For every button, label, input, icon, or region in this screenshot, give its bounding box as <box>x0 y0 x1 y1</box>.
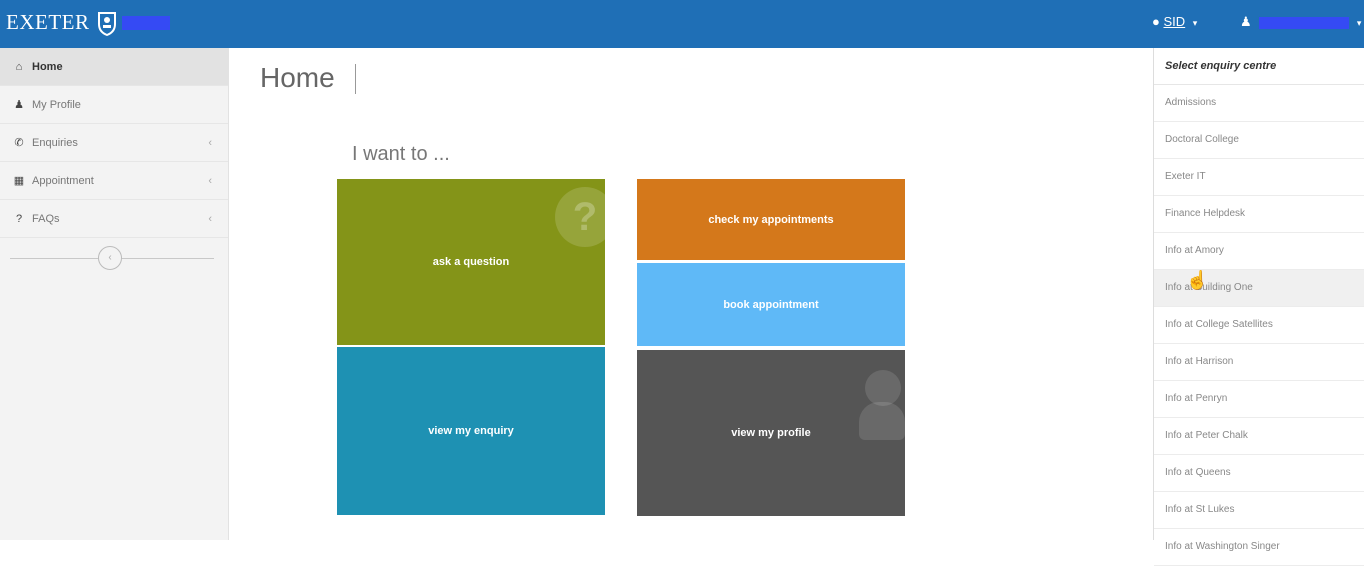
book-appointment-tile[interactable]: book appointment <box>637 263 905 346</box>
section-subtitle: I want to ... <box>352 143 450 165</box>
dropdown-item[interactable]: Finance Helpdesk <box>1154 196 1364 233</box>
sidebar-collapse-row: ‹ <box>0 238 228 278</box>
person-icon-body <box>859 402 905 440</box>
tile-label: view my profile <box>731 427 811 439</box>
collapse-sidebar-button[interactable]: ‹ <box>98 246 122 270</box>
enquiry-centre-dropdown: Select enquiry centre Admissions Doctoral… <box>1153 48 1364 566</box>
view-enquiry-tile[interactable]: view my enquiry <box>337 347 605 515</box>
dropdown-item[interactable]: Info at Penryn <box>1154 381 1364 418</box>
sidebar-item-appointment[interactable]: ▦ Appointment ‹ <box>0 162 228 200</box>
chevron-left-icon: ‹ <box>208 136 212 149</box>
view-profile-tile[interactable]: view my profile <box>637 350 905 516</box>
sidebar-item-enquiries[interactable]: ✆ Enquiries ‹ <box>0 124 228 162</box>
sidebar-item-label: Appointment <box>32 174 94 187</box>
sidebar-item-home[interactable]: ⌂ Home <box>0 48 228 86</box>
text-cursor <box>355 64 356 94</box>
dropdown-item[interactable]: Info at Harrison <box>1154 344 1364 381</box>
dropdown-header: Select enquiry centre <box>1154 48 1364 85</box>
check-appointments-tile[interactable]: check my appointments <box>637 179 905 260</box>
question-icon: ? <box>15 212 23 225</box>
tile-label: book appointment <box>723 298 819 311</box>
chevron-left-icon: ‹ <box>208 212 212 225</box>
sidebar-item-label: Home <box>32 60 63 73</box>
tile-label: check my appointments <box>708 213 834 226</box>
sidebar-item-label: FAQs <box>32 212 60 225</box>
sidebar-item-label: Enquiries <box>32 136 78 149</box>
comments-icon: ● <box>1152 14 1160 29</box>
caret-down-icon: ▾ <box>1356 18 1362 28</box>
dropdown-item[interactable]: Doctoral College <box>1154 122 1364 159</box>
dropdown-item[interactable]: Info at Peter Chalk <box>1154 418 1364 455</box>
ask-question-tile[interactable]: ? ask a question <box>337 179 605 345</box>
sidebar: ⌂ Home ♟ My Profile ✆ Enquiries ‹ ▦ Appointment ‹… <box>0 48 229 540</box>
sid-menu-button[interactable]: ● SID ▾ <box>1152 14 1197 29</box>
redacted-username <box>1259 16 1350 29</box>
tile-label: ask a question <box>432 256 510 268</box>
user-menu-button[interactable]: ♟ ▾ <box>1240 14 1361 30</box>
sidebar-item-label: My Profile <box>32 98 81 111</box>
dropdown-item[interactable]: Info at Washington Singer <box>1154 529 1364 566</box>
dropdown-item[interactable]: Info at College Satellites <box>1154 307 1364 344</box>
sidebar-nav: ⌂ Home ♟ My Profile ✆ Enquiries ‹ ▦ Appointment ‹… <box>0 48 228 238</box>
caret-down-icon: ▾ <box>1192 18 1198 28</box>
dropdown-list: Admissions Doctoral College Exeter IT Finan… <box>1154 85 1364 566</box>
dropdown-item[interactable]: Info at St Lukes <box>1154 492 1364 529</box>
sid-label: SID <box>1163 14 1186 29</box>
phone-icon: ✆ <box>14 137 24 149</box>
chevron-left-icon: ‹ <box>208 174 212 187</box>
dropdown-item[interactable]: Info at Queens <box>1154 455 1364 492</box>
user-icon: ♟ <box>14 99 24 111</box>
page-title: Home <box>260 62 335 93</box>
sidebar-item-faqs[interactable]: ? FAQs ‹ <box>0 200 228 238</box>
user-icon: ♟ <box>1240 14 1252 29</box>
home-icon: ⌂ <box>15 60 23 73</box>
question-icon: ? <box>555 187 605 247</box>
person-icon <box>865 370 901 406</box>
crest-icon <box>98 12 116 36</box>
dropdown-item[interactable]: Admissions <box>1154 85 1364 122</box>
sidebar-item-my-profile[interactable]: ♟ My Profile <box>0 86 228 124</box>
hand-cursor-icon: ☝ <box>1186 270 1209 290</box>
top-navbar: EXETER ● SID ▾ ♟ ▾ <box>0 0 1364 48</box>
dropdown-item[interactable]: Info at Amory <box>1154 233 1364 270</box>
tile-label: view my enquiry <box>428 425 514 437</box>
calendar-icon: ▦ <box>13 175 25 187</box>
university-logo[interactable]: EXETER <box>6 10 89 35</box>
dropdown-item[interactable]: Exeter IT <box>1154 159 1364 196</box>
redacted-area <box>122 16 170 30</box>
